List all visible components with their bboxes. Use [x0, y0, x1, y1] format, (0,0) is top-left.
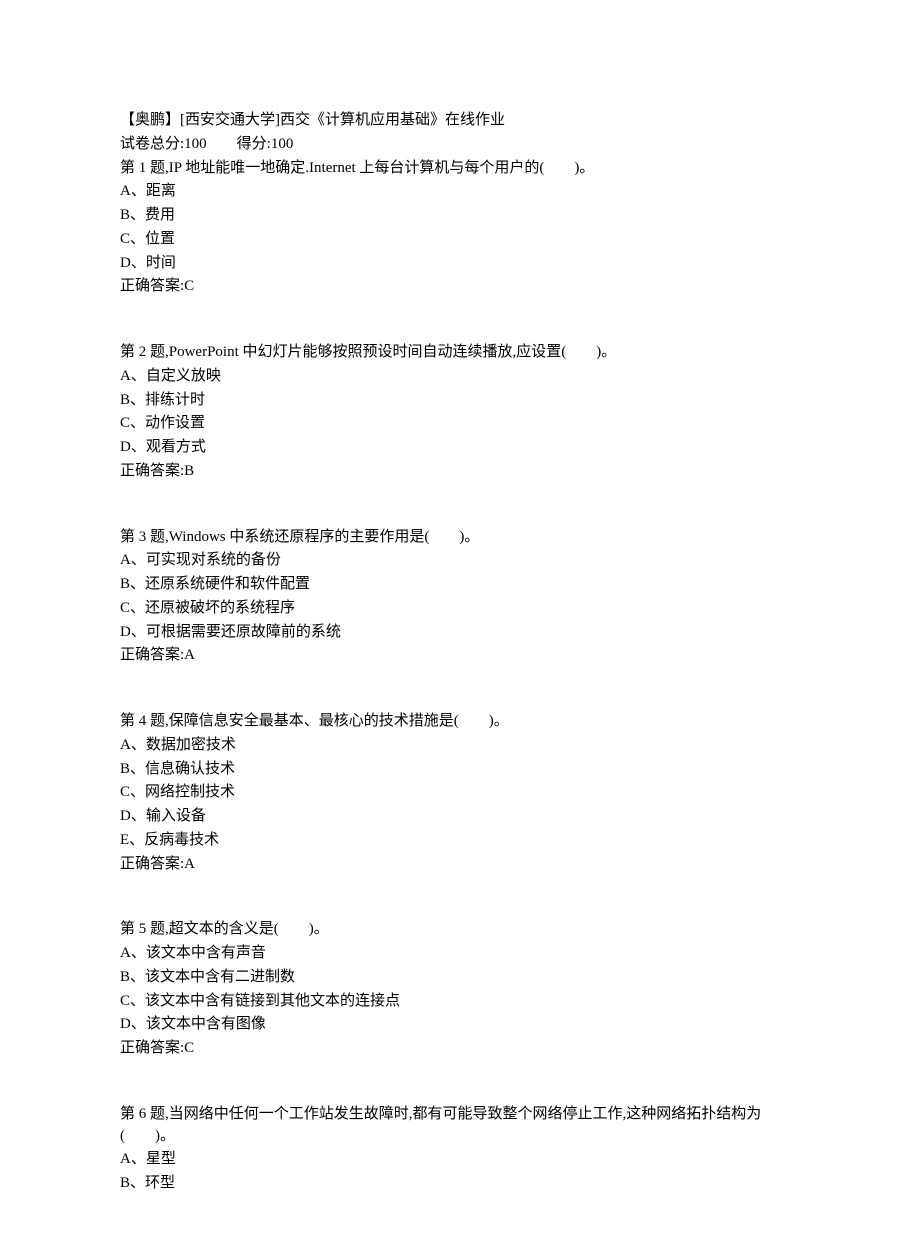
- question-option: C、位置: [120, 229, 800, 251]
- question-option: D、该文本中含有图像: [120, 1014, 800, 1036]
- question-answer: 正确答案:C: [120, 276, 800, 298]
- question-block: 第 5 题,超文本的含义是( )。 A、该文本中含有声音 B、该文本中含有二进制…: [120, 919, 800, 1060]
- score-total: 试卷总分:100: [120, 136, 207, 152]
- question-option: B、环型: [120, 1173, 800, 1195]
- question-option: B、该文本中含有二进制数: [120, 967, 800, 989]
- question-option: B、费用: [120, 205, 800, 227]
- question-prompt: 第 5 题,超文本的含义是( )。: [120, 919, 800, 941]
- question-block: 第 3 题,Windows 中系统还原程序的主要作用是( )。 A、可实现对系统…: [120, 527, 800, 668]
- question-option: B、信息确认技术: [120, 759, 800, 781]
- question-prompt: 第 2 题,PowerPoint 中幻灯片能够按照预设时间自动连续播放,应设置(…: [120, 342, 800, 364]
- question-block: 第 1 题,IP 地址能唯一地确定.Internet 上每台计算机与每个用户的(…: [120, 158, 800, 299]
- question-block: 第 4 题,保障信息安全最基本、最核心的技术措施是( )。 A、数据加密技术 B…: [120, 711, 800, 875]
- question-option: D、输入设备: [120, 806, 800, 828]
- question-option: D、时间: [120, 253, 800, 275]
- question-option: A、星型: [120, 1149, 800, 1171]
- question-answer: 正确答案:A: [120, 645, 800, 667]
- question-option: D、观看方式: [120, 437, 800, 459]
- score-line: 试卷总分:100 得分:100: [120, 134, 800, 156]
- question-option: A、该文本中含有声音: [120, 943, 800, 965]
- question-answer: 正确答案:A: [120, 854, 800, 876]
- question-option: C、动作设置: [120, 413, 800, 435]
- question-prompt: 第 4 题,保障信息安全最基本、最核心的技术措施是( )。: [120, 711, 800, 733]
- document-title: 【奥鹏】[西安交通大学]西交《计算机应用基础》在线作业: [120, 110, 800, 132]
- question-option: C、还原被破坏的系统程序: [120, 598, 800, 620]
- question-option: A、自定义放映: [120, 366, 800, 388]
- question-prompt: 第 6 题,当网络中任何一个工作站发生故障时,都有可能导致整个网络停止工作,这种…: [120, 1104, 800, 1148]
- question-block: 第 6 题,当网络中任何一个工作站发生故障时,都有可能导致整个网络停止工作,这种…: [120, 1104, 800, 1195]
- question-answer: 正确答案:C: [120, 1038, 800, 1060]
- question-option: D、可根据需要还原故障前的系统: [120, 622, 800, 644]
- question-option: E、反病毒技术: [120, 830, 800, 852]
- score-get: 得分:100: [237, 136, 294, 152]
- question-option: C、网络控制技术: [120, 782, 800, 804]
- question-option: A、数据加密技术: [120, 735, 800, 757]
- question-option: A、可实现对系统的备份: [120, 550, 800, 572]
- question-prompt: 第 1 题,IP 地址能唯一地确定.Internet 上每台计算机与每个用户的(…: [120, 158, 800, 180]
- question-prompt: 第 3 题,Windows 中系统还原程序的主要作用是( )。: [120, 527, 800, 549]
- question-option: A、距离: [120, 181, 800, 203]
- question-option: B、排练计时: [120, 390, 800, 412]
- question-option: B、还原系统硬件和软件配置: [120, 574, 800, 596]
- question-answer: 正确答案:B: [120, 461, 800, 483]
- question-block: 第 2 题,PowerPoint 中幻灯片能够按照预设时间自动连续播放,应设置(…: [120, 342, 800, 483]
- question-option: C、该文本中含有链接到其他文本的连接点: [120, 991, 800, 1013]
